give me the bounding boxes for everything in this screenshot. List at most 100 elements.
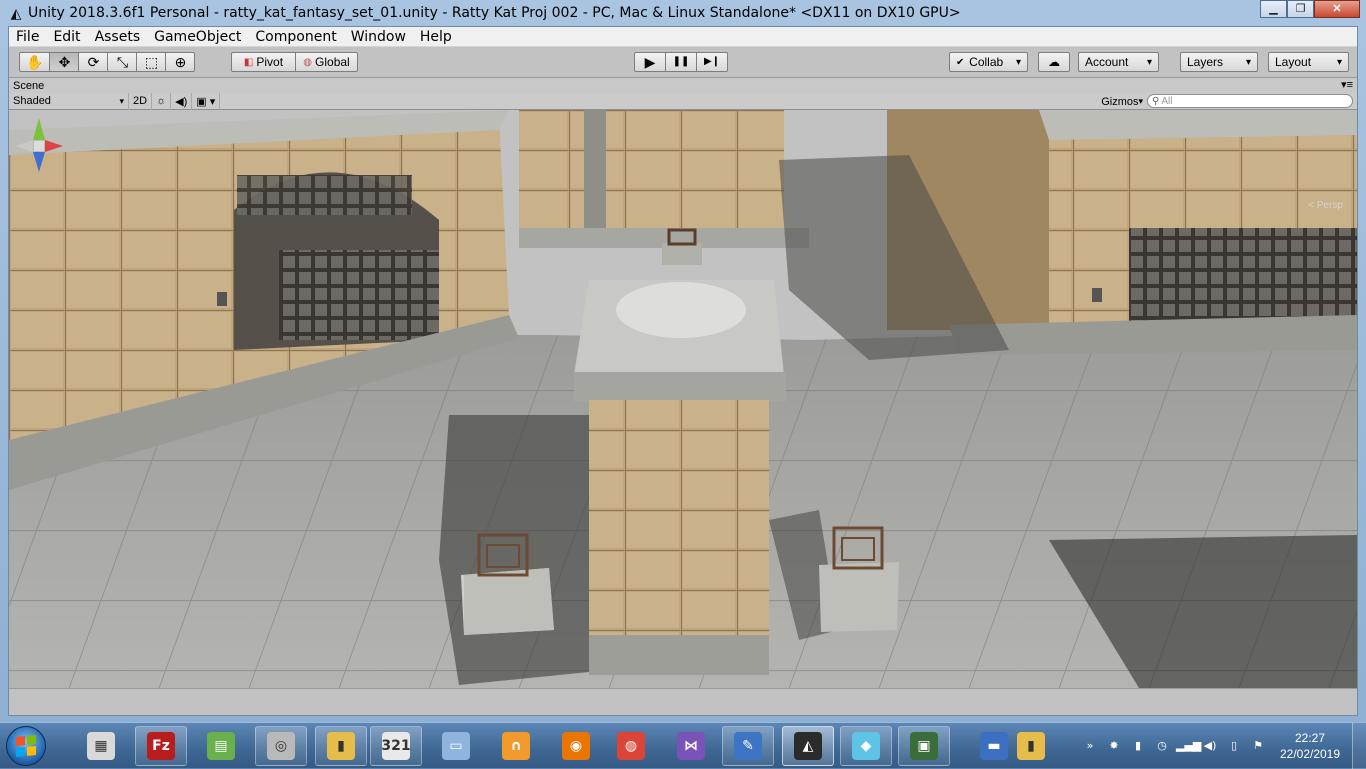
gizmo-center[interactable] <box>34 141 44 151</box>
cloud-button[interactable]: ☁ <box>1038 52 1070 72</box>
transform-tool-button[interactable]: ⊕ <box>165 52 196 72</box>
unity-icon: ◭ <box>10 5 22 21</box>
remote-desktop-app-icon: ▭ <box>442 732 470 760</box>
folder2-app-button[interactable]: ▮ <box>1005 726 1057 766</box>
audio-toggle[interactable]: ◀) <box>171 92 193 110</box>
monitor-app-button[interactable]: ▣ <box>898 726 950 766</box>
menu-help[interactable]: Help <box>413 27 459 47</box>
search-icon: ⚲ <box>1152 95 1160 107</box>
disc-app-button[interactable]: ◎ <box>255 726 307 766</box>
lighting-toggle[interactable]: ☼ <box>152 92 172 110</box>
move-tool-button[interactable]: ✥ <box>49 52 80 72</box>
scale-tool-button[interactable]: ⤡ <box>107 52 138 72</box>
account-dropdown[interactable]: Account <box>1078 52 1159 72</box>
gizmo-y-axis[interactable] <box>33 118 45 140</box>
step-button[interactable]: ▶❙ <box>696 52 728 72</box>
visual-studio-app-button[interactable]: ⋈ <box>665 726 717 766</box>
folder-app-icon: ▮ <box>327 732 355 760</box>
gizmo-x-axis[interactable] <box>45 140 63 152</box>
scene-tab[interactable]: Scene ▾≡ <box>9 77 1357 93</box>
calculator-app-button[interactable]: ▦ <box>75 726 127 766</box>
tray-volume-icon[interactable]: ◀) <box>1200 738 1220 754</box>
gizmo-x-neg-axis[interactable] <box>15 140 33 152</box>
play-button[interactable]: ▶ <box>634 52 666 72</box>
close-button[interactable]: ✕ <box>1314 0 1360 18</box>
unity-app-button[interactable]: ◭ <box>782 726 834 766</box>
panel-menu-icon[interactable]: ▾≡ <box>1341 78 1353 91</box>
pause-button[interactable]: ❚❚ <box>665 52 697 72</box>
menu-gameobject[interactable]: GameObject <box>147 27 248 47</box>
tray-device-icon[interactable]: ▯ <box>1224 738 1244 754</box>
start-button[interactable] <box>6 726 46 766</box>
green-app-button[interactable]: ▤ <box>195 726 247 766</box>
green-app-icon: ▤ <box>207 732 235 760</box>
paint-app-button[interactable]: ✎ <box>722 726 774 766</box>
scene-tab-label: Scene <box>13 79 45 92</box>
video-app-button[interactable]: 321 <box>370 726 422 766</box>
shading-mode-dropdown[interactable]: Shaded <box>9 92 129 110</box>
chrome-app-button[interactable]: ◍ <box>605 726 657 766</box>
menu-edit[interactable]: Edit <box>46 27 87 47</box>
tray-network-icon[interactable]: ▂▄▆ <box>1176 738 1201 754</box>
gizmos-dropdown[interactable]: Gizmos <box>1101 93 1143 110</box>
rotate-tool-button[interactable]: ⟳ <box>78 52 109 72</box>
filezilla-app-icon: Fz <box>147 732 175 760</box>
tray-clock-icon[interactable]: ◷ <box>1152 738 1172 754</box>
clock[interactable]: 22:27 22/02/2019 <box>1270 730 1350 762</box>
show-desktop-button[interactable] <box>1352 723 1366 769</box>
collab-dropdown[interactable]: ✔ Collab <box>949 52 1028 72</box>
scene-viewport[interactable]: < Persp <box>9 110 1357 688</box>
title-bar[interactable]: ◭ Unity 2018.3.6f1 Personal - ratty_kat_… <box>0 0 1366 26</box>
clock-date: 22/02/2019 <box>1279 747 1341 761</box>
effects-dropdown[interactable]: ▣ ▾ <box>192 92 221 110</box>
video-app-icon: 321 <box>381 732 411 760</box>
filezilla-app-button[interactable]: Fz <box>135 726 187 766</box>
menu-component[interactable]: Component <box>248 27 343 47</box>
status-bar <box>9 688 1357 712</box>
rotate-tool-icon: ⟳ <box>87 54 100 70</box>
tray-avast-icon[interactable]: ✸ <box>1104 738 1124 754</box>
tray-expand-icon[interactable]: » <box>1080 738 1100 754</box>
layers-dropdown[interactable]: Layers <box>1180 52 1258 72</box>
scene-orientation-gizmo[interactable] <box>9 110 69 190</box>
play-icon: ▶ <box>644 54 656 70</box>
account-label: Account <box>1085 55 1129 69</box>
unity-app-icon: ◭ <box>794 732 822 760</box>
transform-tool-icon: ⊕ <box>174 54 187 70</box>
image-icon: ▣ ▾ <box>196 95 216 108</box>
global-label: Global <box>315 55 350 69</box>
move-tool-icon: ✥ <box>58 54 71 70</box>
speaker-icon: ◀) <box>175 95 188 108</box>
scene-search-input[interactable]: ⚲ All <box>1147 94 1353 108</box>
menu-bar: File Edit Assets GameObject Component Wi… <box>9 27 1357 47</box>
menu-window[interactable]: Window <box>344 27 413 47</box>
hand-tool-button[interactable]: ✋ <box>19 52 51 72</box>
layout-dropdown[interactable]: Layout <box>1268 52 1349 72</box>
chrome-app-icon: ◍ <box>617 732 645 760</box>
layout-label: Layout <box>1275 55 1312 69</box>
folder-app-button[interactable]: ▮ <box>315 726 367 766</box>
persp-label[interactable]: < Persp <box>1308 200 1343 211</box>
audacity-app-button[interactable]: ∩ <box>490 726 542 766</box>
remote-desktop-app-button[interactable]: ▭ <box>430 726 482 766</box>
minimize-button[interactable]: ▁ <box>1260 0 1287 18</box>
maximize-button[interactable]: ❐ <box>1287 0 1314 18</box>
collab-check-icon: ✔ <box>956 56 965 68</box>
global-button[interactable]: ◍ Global <box>295 52 358 72</box>
search-placeholder: All <box>1161 95 1173 107</box>
menu-file[interactable]: File <box>9 27 46 47</box>
2d-toggle[interactable]: 2D <box>129 92 153 110</box>
tray-green-icon[interactable]: ▮ <box>1128 738 1148 754</box>
pivot-button[interactable]: ◧ Pivot <box>231 52 296 72</box>
step-icon: ▶❙ <box>703 56 721 67</box>
disc-app-icon: ◎ <box>267 732 295 760</box>
playback-controls: ▶ ❚❚ ▶❙ <box>634 52 728 72</box>
menu-assets[interactable]: Assets <box>88 27 148 47</box>
gizmo-z-axis[interactable] <box>33 152 45 172</box>
tray-flag-icon[interactable]: ⚑ <box>1248 738 1268 754</box>
glass-app-button[interactable]: ◆ <box>840 726 892 766</box>
window-controls: ▁ ❐ ✕ <box>1260 0 1360 18</box>
rect-tool-button[interactable]: ⬚ <box>136 52 167 72</box>
blender-app-button[interactable]: ◉ <box>550 726 602 766</box>
scale-tool-icon: ⤡ <box>116 54 129 70</box>
